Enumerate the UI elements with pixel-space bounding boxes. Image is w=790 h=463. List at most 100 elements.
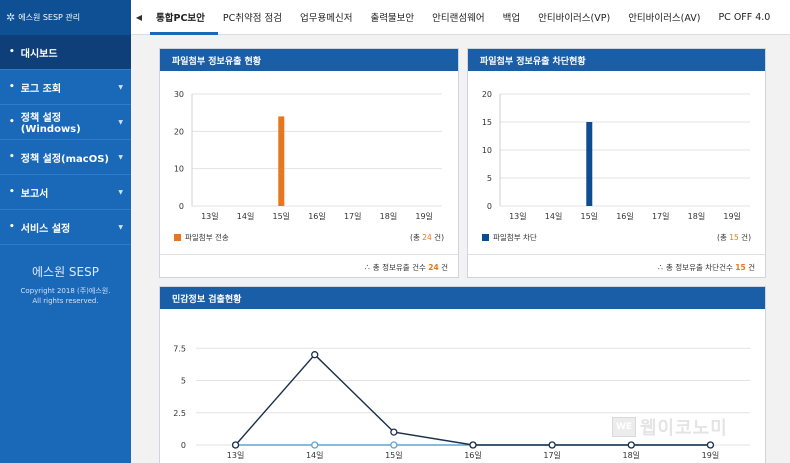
chevron-down-icon: ▼: [118, 223, 123, 231]
bullet-icon: •: [9, 152, 15, 162]
sidebar-item-label: 정책 설정(macOS): [20, 153, 109, 165]
chevron-down-icon: ▼: [118, 118, 123, 126]
y-tick-label: 30: [174, 90, 184, 99]
total-prefix: (총: [410, 233, 423, 242]
x-tick-label: 19일: [702, 451, 720, 460]
sidebar-item-policy-windows[interactable]: • 정책 설정(Windows) ▼: [0, 105, 131, 140]
data-point: [469, 441, 477, 449]
chart-legend: 파일첨부 차단: [482, 232, 537, 243]
tab-pc-off[interactable]: PC OFF 4.0: [709, 0, 779, 35]
x-tick-label: 19일: [723, 212, 741, 221]
tab-antivirus-av[interactable]: 안티바이러스(AV): [619, 0, 709, 35]
bullet-icon: •: [9, 117, 15, 127]
y-tick-label: 0: [179, 202, 184, 211]
sidebar-item-log-search[interactable]: • 로그 조회 ▼: [0, 70, 131, 105]
bar: [278, 116, 285, 206]
data-point: [706, 441, 715, 449]
y-tick-label: 0: [181, 441, 186, 450]
sidebar-menu: • 대시보드 • 로그 조회 ▼ • 정책 설정(Windows) ▼ • 정책 설정(…: [0, 35, 131, 245]
y-tick-label: 7.5: [173, 344, 186, 353]
chevron-down-icon: ▼: [118, 153, 123, 161]
bullet-icon: •: [9, 187, 15, 197]
total-count: (총 15 건): [717, 232, 751, 243]
chevron-left-icon[interactable]: ◀: [131, 13, 147, 22]
copyright: Copyright 2018 (주)에스원. All rights reserv…: [0, 286, 131, 306]
legend-label: 파일첨부 전송: [185, 233, 229, 242]
sidebar: ✲ 에스원 SESP 관리 • 대시보드 • 로그 조회 ▼ • 정책 설정(Wind…: [0, 0, 131, 463]
tab-antivirus-vp[interactable]: 안티바이러스(VP): [529, 0, 619, 35]
tab-pc-vulnerability[interactable]: PC취약점 점검: [214, 0, 291, 35]
dots-icon: ∴: [657, 263, 663, 272]
x-tick-label: 16일: [308, 212, 326, 221]
data-point: [548, 441, 556, 449]
x-tick-label: 14일: [237, 212, 255, 221]
x-tick-label: 15일: [385, 451, 403, 460]
active-tab-indicator: [150, 32, 218, 35]
bullet-icon: •: [9, 47, 15, 57]
watermark-text: 웹이코노미: [640, 418, 728, 439]
chevron-down-icon: ▼: [118, 188, 123, 196]
x-tick-label: 16일: [616, 212, 634, 221]
sidebar-item-policy-macos[interactable]: • 정책 설정(macOS) ▼: [0, 140, 131, 175]
sidebar-item-label: 보고서: [20, 188, 49, 200]
sidebar-item-label: 서비스 설정: [20, 223, 71, 235]
data-point: [390, 428, 398, 436]
legend-label: 파일첨부 차단: [493, 233, 537, 242]
y-tick-label: 10: [482, 146, 492, 155]
brand-header[interactable]: ✲ 에스원 SESP 관리: [0, 0, 131, 35]
sidebar-item-label: 대시보드: [20, 48, 58, 60]
tab-messenger[interactable]: 업무용메신저: [291, 0, 361, 35]
tab-backup[interactable]: 백업: [494, 0, 529, 35]
sidebar-item-service-settings[interactable]: • 서비스 설정 ▼: [0, 210, 131, 245]
total-suffix: 건): [431, 233, 444, 242]
watermark: WE 웹이코노미: [612, 414, 728, 440]
footer-value: 15: [735, 263, 746, 272]
y-tick-label: 2.5: [173, 409, 186, 418]
panel-footer: ∴ 총 정보유출 차단건수 15 건: [468, 254, 765, 278]
footer-unit: 건: [441, 263, 448, 272]
total-value: 24: [422, 233, 432, 242]
x-tick-label: 13일: [227, 451, 245, 460]
sidebar-item-report[interactable]: • 보고서 ▼: [0, 175, 131, 210]
tab-print-security[interactable]: 출력물보안: [361, 0, 423, 35]
x-tick-label: 19일: [415, 212, 433, 221]
copyright-line: All rights reserved.: [32, 297, 99, 305]
panel-footer: ∴ 총 정보유출 건수 24 건: [160, 254, 458, 278]
total-count: (총 24 건): [410, 232, 444, 243]
total-prefix: (총: [717, 233, 730, 242]
footer-label: 총 정보유출 차단건수: [666, 263, 733, 272]
panel-title: 민감정보 검출현황: [160, 287, 765, 309]
x-tick-label: 18일: [380, 212, 398, 221]
bullet-icon: •: [9, 82, 15, 92]
footer-summary: ∴ 총 정보유출 차단건수 15 건: [658, 262, 755, 273]
tab-integrated-pc-security[interactable]: 통합PC보안: [147, 0, 214, 35]
footer-unit: 건: [748, 263, 755, 272]
y-tick-label: 5: [181, 377, 186, 386]
sidebar-item-dashboard[interactable]: • 대시보드: [0, 35, 131, 70]
legend-swatch: [174, 234, 181, 241]
x-tick-label: 15일: [273, 212, 291, 221]
panel-title: 파일첨부 정보유출 차단현황: [468, 49, 765, 71]
footer-label: 총 정보유출 건수: [372, 263, 426, 272]
gear-icon: ✲: [6, 11, 16, 24]
y-tick-label: 20: [174, 127, 184, 136]
x-tick-label: 18일: [623, 451, 641, 460]
x-tick-label: 16일: [464, 451, 482, 460]
x-tick-label: 18일: [688, 212, 706, 221]
x-tick-label: 14일: [545, 212, 563, 221]
y-tick-label: 5: [487, 174, 492, 183]
copyright-line: Copyright 2018 (주)에스원.: [20, 287, 111, 295]
data-point: [627, 441, 635, 449]
sidebar-item-label: 정책 설정(Windows): [20, 113, 81, 135]
tab-anti-ransomware[interactable]: 안티랜섬웨어: [423, 0, 493, 35]
block-status-chart: 0 5 10 15 20 13일 14일 15일 16일 17일 18일 19일: [482, 90, 750, 221]
panel-title: 파일첨부 정보유출 현황: [160, 49, 458, 71]
y-tick-label: 20: [482, 90, 492, 99]
bar: [586, 122, 593, 206]
chevron-down-icon: ▼: [118, 83, 123, 91]
x-tick-label: 17일: [543, 451, 561, 460]
block-status-panel: 파일첨부 정보유출 차단현황 0 5 10 15 20 13일 14일 15일 16일 17일 18…: [467, 48, 766, 278]
x-tick-label: 14일: [306, 451, 324, 460]
total-suffix: 건): [738, 233, 751, 242]
bullet-icon: •: [9, 222, 15, 232]
